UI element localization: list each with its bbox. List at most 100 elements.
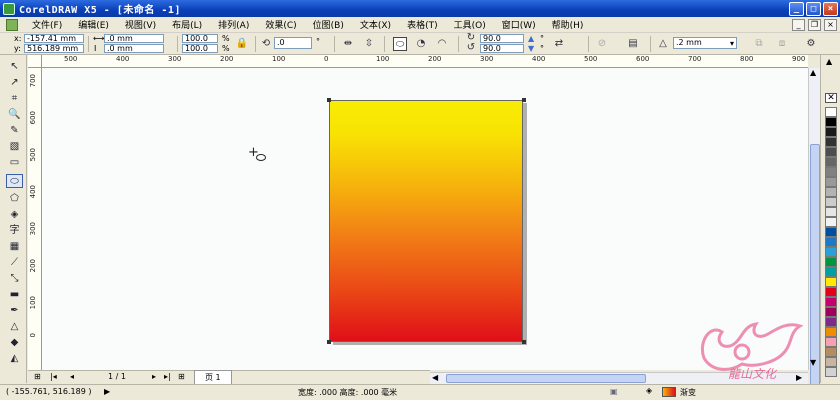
selection-handle[interactable]: [522, 98, 526, 102]
color-swatch[interactable]: [825, 187, 837, 197]
status-arrow-icon[interactable]: ▶: [104, 387, 110, 396]
page-tab[interactable]: 页 1: [194, 370, 232, 385]
color-swatch[interactable]: [825, 297, 837, 307]
scroll-left-icon[interactable]: ◀: [432, 373, 438, 382]
color-swatch[interactable]: [825, 337, 837, 347]
fill-tool-icon[interactable]: ◆: [6, 336, 23, 350]
freehand-tool-icon[interactable]: ✎: [6, 124, 23, 138]
table-tool-icon[interactable]: ▦: [6, 240, 23, 254]
color-swatch[interactable]: [825, 327, 837, 337]
menu-table[interactable]: 表格(T): [399, 18, 446, 31]
color-swatch[interactable]: [825, 357, 837, 367]
menu-arrange[interactable]: 排列(A): [210, 18, 257, 31]
color-swatch[interactable]: [825, 237, 837, 247]
height-field[interactable]: .0 mm: [104, 44, 164, 53]
wrap-text-icon[interactable]: ▤: [626, 37, 640, 51]
minimize-button[interactable]: _: [789, 1, 804, 16]
interactive-fill-icon[interactable]: ◭: [6, 352, 23, 366]
x-position-field[interactable]: -157.41 mm: [24, 34, 84, 43]
mirror-vertical-icon[interactable]: ⇳: [362, 37, 376, 51]
scroll-down-icon[interactable]: ▼: [810, 358, 816, 367]
color-swatch[interactable]: [825, 227, 837, 237]
ellipse-tool-icon[interactable]: ⬭: [6, 174, 23, 188]
color-swatch[interactable]: [825, 207, 837, 217]
start-angle-spin[interactable]: ▲: [528, 34, 534, 43]
doc-restore-button[interactable]: ❐: [808, 18, 821, 31]
color-swatch[interactable]: [825, 277, 837, 287]
color-swatch[interactable]: [825, 257, 837, 267]
shape-tool-icon[interactable]: ↗: [6, 76, 23, 90]
direction-icon[interactable]: ⇄: [552, 37, 566, 51]
color-swatch[interactable]: [825, 267, 837, 277]
doc-minimize-button[interactable]: _: [792, 18, 805, 31]
selection-handle[interactable]: [522, 340, 526, 344]
prev-page-icon[interactable]: ◂: [70, 372, 74, 381]
scale-x-field[interactable]: 100.0: [182, 34, 218, 43]
polygon-tool-icon[interactable]: ⬠: [6, 192, 23, 206]
ellipse-mode-icon[interactable]: ⬭: [393, 37, 407, 51]
vertical-scrollbar[interactable]: ▲ ▼: [808, 68, 820, 399]
rectangle-tool-icon[interactable]: ▭: [6, 156, 23, 170]
break-apart-icon[interactable]: ⧈: [775, 37, 789, 51]
coreldraw-app-icon[interactable]: [3, 2, 15, 15]
menu-text[interactable]: 文本(X): [352, 18, 399, 31]
color-swatch[interactable]: [825, 167, 837, 177]
horizontal-scroll-thumb[interactable]: [446, 374, 646, 383]
y-position-field[interactable]: 516.189 mm: [24, 44, 84, 53]
ruler-origin[interactable]: [28, 55, 42, 68]
width-field[interactable]: .0 mm: [104, 34, 164, 43]
dimension-tool-icon[interactable]: ⟋: [6, 256, 23, 270]
palette-scroll-up-icon[interactable]: ▲: [826, 57, 832, 66]
horizontal-ruler[interactable]: 500 400 300 200 100 0 100 200 300 400 500 600 700 800…: [28, 55, 808, 68]
color-swatch[interactable]: [825, 217, 837, 227]
end-angle-field[interactable]: 90.0: [480, 44, 524, 53]
color-swatch[interactable]: [825, 307, 837, 317]
snap-icon[interactable]: ▣: [610, 387, 618, 396]
menu-layout[interactable]: 布局(L): [164, 18, 210, 31]
zoom-tool-icon[interactable]: 🔍: [6, 108, 23, 122]
crop-tool-icon[interactable]: ⌗: [6, 92, 23, 106]
selection-handle[interactable]: [327, 340, 331, 344]
maximize-button[interactable]: □: [806, 1, 821, 16]
last-page-icon[interactable]: ▸|: [164, 372, 171, 381]
color-swatch[interactable]: [825, 367, 837, 377]
basic-shapes-icon[interactable]: ◈: [6, 208, 23, 222]
gradient-rectangle[interactable]: [329, 100, 523, 342]
menu-window[interactable]: 窗口(W): [494, 18, 544, 31]
eyedropper-icon[interactable]: ✒: [6, 304, 23, 318]
outline-tool-icon[interactable]: △: [6, 320, 23, 334]
menu-help[interactable]: 帮助(H): [544, 18, 592, 31]
color-swatch[interactable]: [825, 347, 837, 357]
no-color-swatch[interactable]: ✕: [825, 93, 837, 103]
color-swatch[interactable]: [825, 317, 837, 327]
connector-tool-icon[interactable]: ⤡: [6, 272, 23, 286]
text-tool-icon[interactable]: 字: [6, 224, 23, 238]
color-swatch[interactable]: [825, 137, 837, 147]
first-page-icon[interactable]: |◂: [50, 372, 57, 381]
menu-file[interactable]: 文件(F): [24, 18, 70, 31]
chevron-down-icon[interactable]: ▾: [730, 39, 734, 48]
combine-icon[interactable]: ⧉: [752, 37, 766, 51]
color-swatch[interactable]: [825, 197, 837, 207]
blend-tool-icon[interactable]: ▬: [6, 288, 23, 302]
close-button[interactable]: ×: [823, 1, 838, 16]
selection-handle[interactable]: [327, 98, 331, 102]
mirror-horizontal-icon[interactable]: ⇹: [341, 37, 355, 51]
color-swatch[interactable]: [825, 147, 837, 157]
color-swatch[interactable]: [825, 287, 837, 297]
next-page-icon[interactable]: ▸: [152, 372, 156, 381]
options-gear-icon[interactable]: ⚙: [804, 37, 818, 51]
color-swatch[interactable]: [825, 247, 837, 257]
lock-ratio-icon[interactable]: 🔒: [235, 37, 249, 51]
pie-mode-icon[interactable]: ◔: [414, 37, 428, 51]
smart-fill-icon[interactable]: ▧: [6, 140, 23, 154]
add-page-after-icon[interactable]: ⊞: [178, 372, 185, 381]
document-icon[interactable]: [6, 18, 18, 31]
end-angle-spin[interactable]: ▼: [528, 44, 534, 53]
arc-mode-icon[interactable]: ◠: [435, 37, 449, 51]
start-angle-field[interactable]: 90.0: [480, 34, 524, 43]
color-swatch[interactable]: [825, 177, 837, 187]
convert-curves-icon[interactable]: ⊘: [595, 37, 609, 51]
menu-effects[interactable]: 效果(C): [257, 18, 304, 31]
color-swatch[interactable]: [825, 157, 837, 167]
